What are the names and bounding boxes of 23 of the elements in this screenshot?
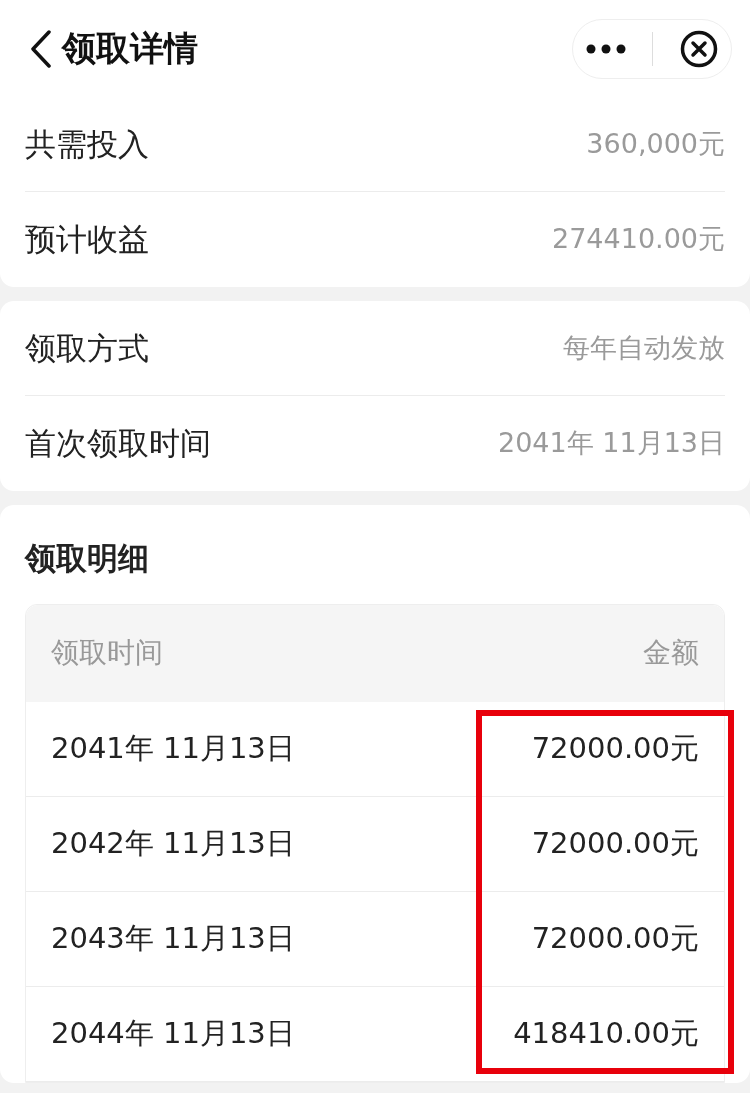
table-cell-text: 2041年 11月13日 — [51, 729, 295, 767]
table-cell-text: 418410.00元 — [513, 1014, 699, 1052]
table-cell-text: 2043年 11月13日 — [51, 919, 295, 957]
column-header: 领取时间 — [51, 635, 163, 671]
row-value: 每年自动发放 — [563, 330, 725, 365]
row-value: 360,000元 — [586, 126, 725, 161]
table-cell-text: 2042年 11月13日 — [51, 824, 295, 862]
table-cell-text: 72000.00元 — [531, 729, 699, 767]
more-icon[interactable] — [586, 43, 627, 54]
page-title: 领取详情 — [62, 27, 198, 70]
back-icon[interactable] — [30, 29, 52, 68]
row-value: 2041年 11月13日 — [498, 426, 725, 461]
section-title: 领取明细 — [23, 539, 150, 578]
row-label: 领取方式 — [25, 328, 149, 368]
close-icon[interactable] — [679, 29, 718, 68]
row-value: 274410.00元 — [552, 222, 725, 257]
table-cell-text: 72000.00元 — [531, 919, 699, 957]
column-header: 金额 — [643, 635, 699, 671]
row-label: 首次领取时间 — [25, 424, 211, 464]
table-cell-text: 72000.00元 — [531, 824, 699, 862]
row-label: 预计收益 — [25, 220, 149, 260]
row-label: 共需投入 — [25, 124, 149, 164]
table-cell-text: 2044年 11月13日 — [51, 1014, 295, 1052]
